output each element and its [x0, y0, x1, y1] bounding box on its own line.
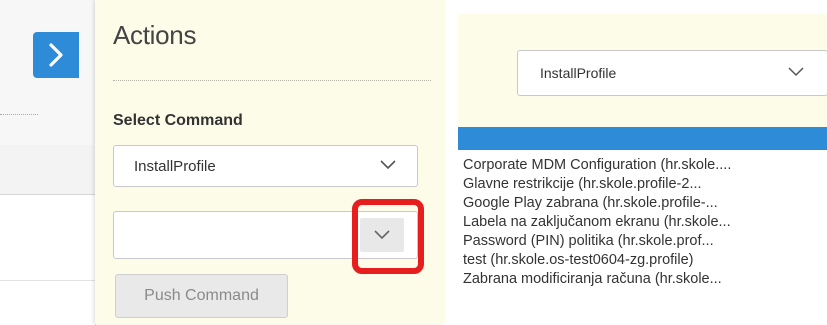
command-select-value: InstallProfile [134, 158, 216, 175]
divider [0, 280, 95, 281]
chevron-down-icon [788, 67, 804, 77]
list-item[interactable]: test (hr.skole.os-test0604-zg.profile) [463, 251, 827, 270]
zoom-command-select[interactable]: InstallProfile [517, 50, 827, 96]
highlight-annotation [352, 199, 424, 274]
chevron-down-icon [380, 160, 396, 170]
list-item[interactable]: Password (PIN) politika (hr.skole.prof..… [463, 232, 827, 251]
list-item[interactable]: Google Play zabrana (hr.skole.profile-..… [463, 194, 827, 213]
select-command-label: Select Command [113, 112, 243, 129]
actions-title: Actions [113, 20, 197, 50]
list-item[interactable]: Labela na zaključanom ekranu (hr.skole..… [463, 213, 827, 232]
list-item[interactable]: Corporate MDM Configuration (hr.skole...… [463, 156, 827, 175]
dropdown-highlighted-option[interactable] [458, 127, 827, 150]
zoom-panel-edge [458, 0, 827, 14]
list-item[interactable]: Zabrana modificiranja računa (hr.skole..… [463, 270, 827, 289]
push-command-button[interactable]: Push Command [115, 274, 288, 318]
command-select[interactable]: InstallProfile [113, 145, 418, 187]
list-item[interactable]: Glavne restrikcije (hr.skole.profile-2..… [463, 175, 827, 194]
zoom-command-select-value: InstallProfile [540, 65, 617, 81]
background-card-header [0, 145, 95, 195]
expand-panel-button[interactable] [33, 32, 79, 78]
profile-options-list: Corporate MDM Configuration (hr.skole...… [463, 156, 827, 289]
chevron-right-icon [49, 43, 63, 67]
divider [113, 80, 431, 81]
divider [0, 114, 38, 115]
